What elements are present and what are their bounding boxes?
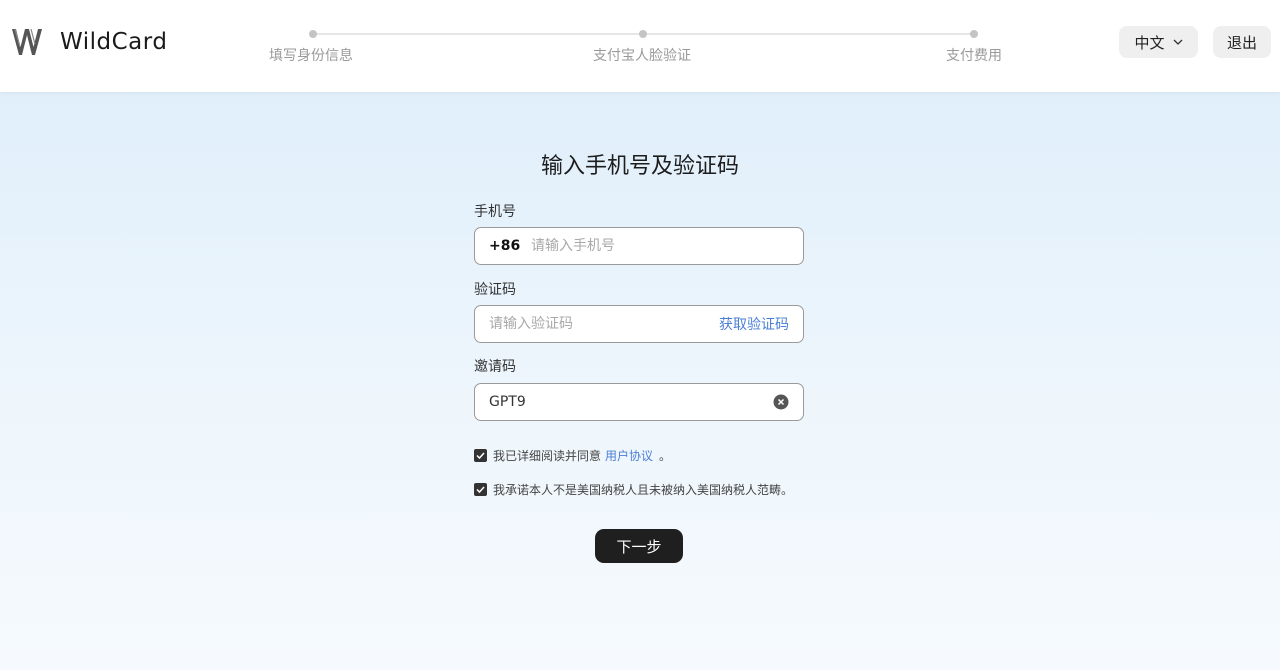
invite-input[interactable] [475, 384, 773, 420]
agree-suffix: 。 [659, 449, 672, 463]
get-code-button[interactable]: 获取验证码 [719, 314, 789, 334]
clear-icon[interactable] [773, 394, 789, 410]
phone-field: +86 [474, 227, 804, 265]
step-dot-2 [639, 30, 647, 38]
step-label-payment: 支付费用 [946, 48, 1002, 64]
invite-label: 邀请码 [474, 359, 516, 375]
language-label: 中文 [1134, 33, 1165, 52]
check-icon [476, 452, 485, 460]
agree-terms-row: 我已详细阅读并同意 用户协议 。 [474, 447, 671, 464]
agree-text: 我已详细阅读并同意 [493, 449, 602, 463]
invite-field [474, 383, 804, 421]
brand-name: WildCard [60, 29, 168, 55]
step-label-identity: 填写身份信息 [269, 48, 353, 64]
language-selector[interactable]: 中文 [1119, 26, 1198, 58]
step-dot-3 [970, 30, 978, 38]
chevron-down-icon [1173, 39, 1182, 45]
step-dot-1 [309, 30, 317, 38]
check-icon [476, 486, 485, 494]
user-agreement-link[interactable]: 用户协议 [605, 447, 653, 464]
page-title: 输入手机号及验证码 [540, 154, 739, 179]
progress-steps: 填写身份信息 支付宝人脸验证 支付费用 [269, 30, 1002, 70]
wildcard-logo-icon [12, 28, 42, 55]
logout-button[interactable]: 退出 [1213, 26, 1271, 58]
phone-input[interactable] [531, 228, 803, 264]
tax-pledge-row: 我承诺本人不是美国纳税人且未被纳入美国纳税人范畴。 [474, 481, 793, 498]
agree-checkbox[interactable] [474, 449, 487, 462]
pledge-text: 我承诺本人不是美国纳税人且未被纳入美国纳税人范畴。 [493, 483, 794, 497]
next-step-button[interactable]: 下一步 [595, 529, 683, 563]
phone-label: 手机号 [474, 204, 516, 220]
code-label: 验证码 [474, 282, 516, 298]
country-code[interactable]: +86 [489, 238, 531, 254]
code-input[interactable] [475, 306, 719, 342]
brand-logo[interactable]: WildCard [10, 26, 167, 58]
step-label-face-verify: 支付宝人脸验证 [593, 48, 691, 64]
top-header: WildCard 填写身份信息 支付宝人脸验证 支付费用 中文 退出 [0, 0, 1280, 92]
pledge-checkbox[interactable] [474, 483, 487, 496]
code-field: 获取验证码 [474, 305, 804, 343]
